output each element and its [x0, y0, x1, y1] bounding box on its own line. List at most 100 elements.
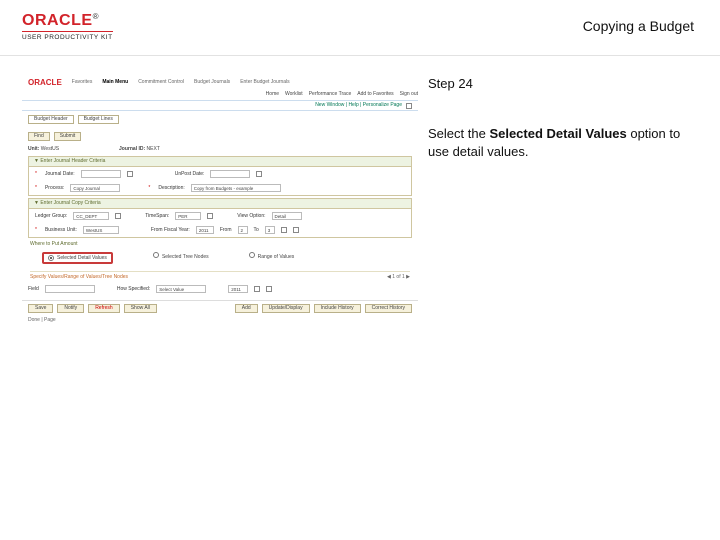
include-button: Include History: [314, 304, 361, 313]
oracle-tm: ®: [93, 12, 99, 21]
field-label: Field: [28, 287, 39, 292]
specify-row: Field How Specified:Select Value 2011: [22, 282, 418, 296]
nav-item: Favorites: [72, 80, 93, 85]
help-icon: [406, 103, 412, 109]
nav-link: Sign out: [400, 92, 418, 97]
content-row: ORACLE Favorites Main Menu Commitment Co…: [0, 56, 720, 306]
timespan-label: TimeSpan:: [145, 214, 169, 219]
budget-screenshot: ORACLE Favorites Main Menu Commitment Co…: [22, 76, 418, 306]
notify-button: Notify: [57, 304, 84, 313]
upk-subtitle: USER PRODUCTIVITY KIT: [22, 31, 113, 41]
instruction-column: Step 24 Select the Selected Detail Value…: [428, 76, 698, 160]
step-text-bold: Selected Detail Values: [489, 126, 626, 141]
page-title: Copying a Budget: [583, 18, 694, 34]
range-values-option: Range of Values: [249, 252, 295, 264]
tab-budget-lines: Budget Lines: [78, 115, 119, 124]
view-input: Detail: [272, 212, 302, 220]
add-row-icon: [254, 286, 260, 292]
tab-budget-header: Budget Header: [28, 115, 74, 124]
lookup-icon: [281, 227, 287, 233]
page-links: New Window | Help | Personalize Page: [315, 103, 402, 108]
to-input: 3: [265, 226, 275, 234]
time-title: Where to Put Amount: [30, 242, 78, 247]
correct-button: Correct History: [365, 304, 412, 313]
process-input: Copy Journal: [70, 184, 120, 192]
nav-item: Commitment Control: [138, 80, 184, 85]
radio-label: Selected Tree Nodes: [162, 254, 209, 260]
unit-label: Unit:: [28, 146, 39, 152]
how-label: How Specified:: [117, 287, 150, 292]
radio-icon: [249, 252, 255, 258]
nav-item: Budget Journals: [194, 80, 230, 85]
showall-button: Show All: [124, 304, 157, 313]
jid-label: Journal ID:: [119, 146, 145, 152]
oracle-logo: ORACLE: [22, 12, 93, 29]
ledger-input: CC_DEPT: [73, 212, 109, 220]
specify-title: Specify Values/Range of Values/Tree Node…: [30, 275, 128, 280]
action-buttons: Find Submit: [22, 128, 418, 145]
panel-title: ▼ Enter Journal Copy Criteria: [29, 199, 411, 209]
to-label: To: [254, 228, 259, 233]
calendar-icon: [256, 171, 262, 177]
footer-buttons: Save Notify Refresh Show All Add Update/…: [22, 300, 418, 316]
nav-link: Performance Trace: [309, 92, 352, 97]
nav-link: Add to Favorites: [357, 92, 393, 97]
specify-section: Specify Values/Range of Values/Tree Node…: [30, 271, 410, 280]
desc-input: Copy from Budgets - example: [191, 184, 281, 192]
lookup-icon: [115, 213, 121, 219]
app-tab-bar: Home Worklist Performance Trace Add to F…: [22, 89, 418, 101]
fy-input: 2011: [196, 226, 214, 234]
desc-label: Description:: [158, 186, 184, 191]
add-button: Add: [235, 304, 258, 313]
radio-icon: [48, 255, 54, 261]
pd-label: From: [220, 228, 232, 233]
update-button: Update/Display: [262, 304, 310, 313]
timespan-input: PER: [175, 212, 201, 220]
specify-nav: ◀ 1 of 1 ▶: [387, 275, 410, 280]
view-label: View Option:: [237, 214, 265, 219]
unit-value: WestUS: [41, 146, 59, 152]
ledger-label: Ledger Group:: [35, 214, 67, 219]
process-label: Process:: [45, 186, 64, 191]
refresh-button: Refresh: [88, 304, 120, 313]
time-section: Where to Put Amount: [30, 242, 410, 247]
step-text: Select the Selected Detail Values option…: [428, 125, 698, 160]
pd-input: 2: [238, 226, 248, 234]
status-tray: Done | Page: [22, 316, 418, 325]
page-toolbar: New Window | Help | Personalize Page: [22, 101, 418, 111]
fy-label: From Fiscal Year:: [151, 228, 190, 233]
unpost-label: UnPost Date:: [175, 172, 205, 177]
header-criteria-panel: ▼ Enter Journal Header Criteria *Journal…: [28, 156, 412, 196]
lookup-icon: [207, 213, 213, 219]
lookup-icon: [293, 227, 299, 233]
selected-detail-values-option[interactable]: Selected Detail Values: [42, 252, 113, 264]
copy-criteria-panel: ▼ Enter Journal Copy Criteria Ledger Gro…: [28, 198, 412, 238]
nav-item: Enter Budget Journals: [240, 80, 289, 85]
step-number: Step 24: [428, 76, 698, 91]
header: ORACLE® USER PRODUCTIVITY KIT Copying a …: [0, 0, 720, 56]
radio-label: Range of Values: [258, 254, 295, 260]
nav-link: Home: [266, 92, 279, 97]
bu-input: WestUS: [83, 226, 119, 234]
step-text-a: Select the: [428, 126, 489, 141]
journal-date-input: [81, 170, 121, 178]
unpost-input: [210, 170, 250, 178]
journal-meta: Unit: WestUS Journal ID: NEXT: [22, 145, 418, 154]
nav-item: Main Menu: [102, 80, 128, 85]
calendar-icon: [127, 171, 133, 177]
radio-label: Selected Detail Values: [57, 256, 107, 261]
journal-tabs: Budget Header Budget Lines: [22, 111, 418, 128]
find-button: Find: [28, 132, 50, 141]
mini-oracle-logo: ORACLE: [28, 79, 62, 87]
del-row-icon: [266, 286, 272, 292]
jid-value: NEXT: [147, 146, 160, 152]
radio-icon: [153, 252, 159, 258]
save-button: Save: [28, 304, 53, 313]
nav-link: Worklist: [285, 92, 303, 97]
radio-row: Selected Detail Values Selected Tree Nod…: [22, 249, 418, 267]
bu-label: Business Unit:: [45, 228, 77, 233]
nav-bar: ORACLE Favorites Main Menu Commitment Co…: [22, 76, 418, 89]
submit-button: Submit: [54, 132, 82, 141]
journal-date-label: Journal Date:: [45, 172, 75, 177]
logo-block: ORACLE® USER PRODUCTIVITY KIT: [22, 12, 113, 41]
